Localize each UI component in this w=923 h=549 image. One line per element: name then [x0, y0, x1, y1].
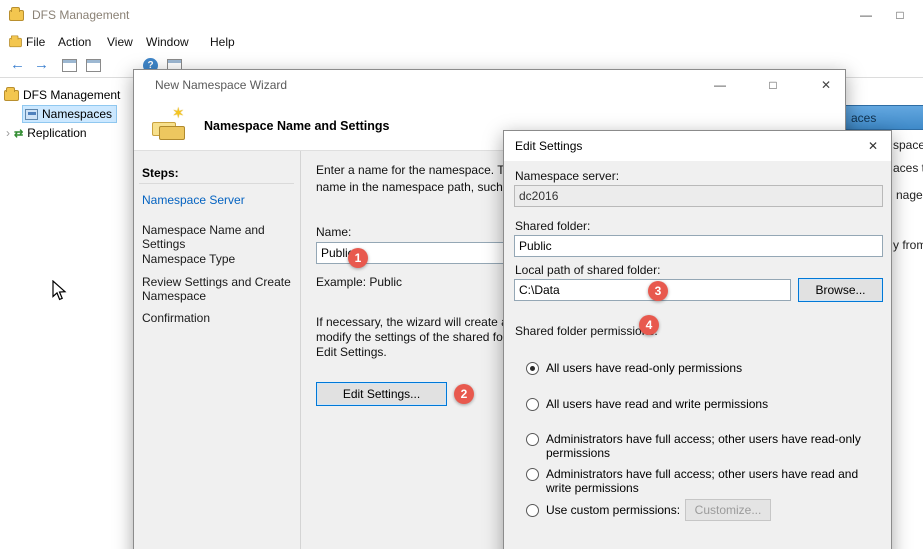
namespaces-icon: [25, 109, 38, 120]
shared-folder-field[interactable]: [514, 235, 883, 257]
radio-option-read-write[interactable]: All users have read and write permission…: [526, 397, 768, 411]
edit-settings-titlebar: Edit Settings ✕: [504, 131, 891, 161]
radio-label: Administrators have full access; other u…: [546, 467, 886, 495]
step-confirmation: Confirmation: [142, 311, 294, 325]
radio-label: Administrators have full access; other u…: [546, 432, 886, 460]
forward-icon[interactable]: →: [34, 56, 49, 73]
export-list-icon[interactable]: [86, 59, 101, 72]
callout-badge-4: 4: [639, 315, 659, 335]
menu-help[interactable]: Help: [210, 35, 235, 49]
wizard-note-line1: If necessary, the wizard will create a s…: [316, 315, 535, 330]
bg-text-fragment: y from: [893, 238, 923, 252]
example-text: Example: Public: [316, 275, 402, 290]
permissions-label: Shared folder permissions:: [515, 324, 658, 339]
show-tree-icon[interactable]: [62, 59, 77, 72]
menu-file[interactable]: File: [26, 35, 45, 49]
radio-button[interactable]: [526, 362, 539, 375]
radio-button[interactable]: [526, 433, 539, 446]
step-namespace-server[interactable]: Namespace Server: [142, 193, 294, 207]
steps-title: Steps:: [142, 166, 179, 180]
minimize-button[interactable]: —: [852, 4, 880, 26]
main-titlebar: DFS Management — □: [0, 0, 923, 30]
wizard-page-heading: Namespace Name and Settings: [204, 119, 390, 133]
edit-settings-title: Edit Settings: [515, 139, 582, 153]
back-icon[interactable]: ←: [10, 56, 25, 73]
radio-option-admin-full-readonly[interactable]: Administrators have full access; other u…: [526, 432, 886, 460]
wizard-steps-panel: Steps: Namespace Server Namespace Name a…: [134, 151, 301, 549]
steps-divider: [139, 183, 294, 184]
bg-text-fragment: nagen: [896, 188, 923, 202]
wizard-intro-line2: name in the namespace path, such as \\: [316, 180, 529, 195]
radio-button[interactable]: [526, 504, 539, 517]
menu-window[interactable]: Window: [146, 35, 189, 49]
dfs-app-icon: [9, 10, 24, 21]
chevron-right-icon[interactable]: ›: [6, 126, 10, 140]
menu-action[interactable]: Action: [58, 35, 91, 49]
radio-option-custom-permissions[interactable]: Use custom permissions:: [526, 503, 680, 517]
new-namespace-icon: ✶: [150, 106, 192, 144]
tree-item-replication[interactable]: › ⇄ Replication: [6, 124, 87, 142]
bg-text-fragment: space...: [893, 138, 923, 152]
wizard-maximize-button[interactable]: □: [759, 74, 787, 96]
console-tree: DFS Management Namespaces › ⇄ Replicatio…: [0, 78, 133, 549]
radio-label: All users have read and write permission…: [546, 397, 768, 411]
tree-root-label: DFS Management: [23, 88, 120, 102]
tree-item-replication-label: Replication: [27, 126, 86, 140]
local-path-label: Local path of shared folder:: [515, 263, 660, 278]
browse-button[interactable]: Browse...: [798, 278, 883, 302]
edit-settings-dialog: Edit Settings ✕ Namespace server: Shared…: [503, 130, 892, 549]
results-pane-header: aces: [846, 105, 923, 130]
wizard-titlebar: New Namespace Wizard — □ ✕: [134, 70, 845, 100]
main-window-title: DFS Management: [32, 8, 129, 22]
screen: DFS Management — □ File Action View Wind…: [0, 0, 923, 549]
tree-root-dfs-management[interactable]: DFS Management: [4, 86, 120, 104]
radio-label: All users have read-only permissions: [546, 361, 742, 375]
tree-item-namespaces[interactable]: Namespaces: [22, 105, 117, 123]
sparkle-icon: ✶: [172, 104, 185, 122]
callout-badge-2: 2: [454, 384, 474, 404]
wizard-close-button[interactable]: ✕: [812, 74, 840, 96]
namespace-server-field[interactable]: [514, 185, 883, 207]
shared-folder-label: Shared folder:: [515, 219, 590, 234]
wizard-minimize-button[interactable]: —: [706, 74, 734, 96]
replication-icon: ⇄: [14, 127, 23, 140]
console-icon: [9, 38, 22, 47]
edit-settings-close-button[interactable]: ✕: [859, 135, 887, 157]
step-review-settings: Review Settings and Create Namespace: [142, 275, 294, 303]
wizard-title: New Namespace Wizard: [155, 78, 287, 92]
step-namespace-name-settings: Namespace Name and Settings: [142, 223, 294, 251]
radio-button[interactable]: [526, 468, 539, 481]
step-namespace-type: Namespace Type: [142, 252, 294, 266]
tree-item-namespaces-label: Namespaces: [42, 107, 112, 121]
callout-badge-1: 1: [348, 248, 368, 268]
wizard-note-line3: Edit Settings.: [316, 345, 387, 360]
radio-label: Use custom permissions:: [546, 503, 680, 517]
name-label: Name:: [316, 225, 351, 240]
customize-button: Customize...: [685, 499, 771, 521]
radio-option-read-only[interactable]: All users have read-only permissions: [526, 361, 742, 375]
edit-settings-button[interactable]: Edit Settings...: [316, 382, 447, 406]
dfs-root-icon: [4, 90, 19, 101]
menubar: File Action View Window Help: [0, 30, 923, 53]
menu-view[interactable]: View: [107, 35, 133, 49]
radio-button[interactable]: [526, 398, 539, 411]
radio-option-admin-full-readwrite[interactable]: Administrators have full access; other u…: [526, 467, 886, 495]
mouse-cursor: [52, 280, 67, 301]
maximize-button[interactable]: □: [886, 4, 914, 26]
namespace-server-label: Namespace server:: [515, 169, 619, 184]
bg-text-fragment: aces t: [893, 161, 923, 175]
callout-badge-3: 3: [648, 281, 668, 301]
